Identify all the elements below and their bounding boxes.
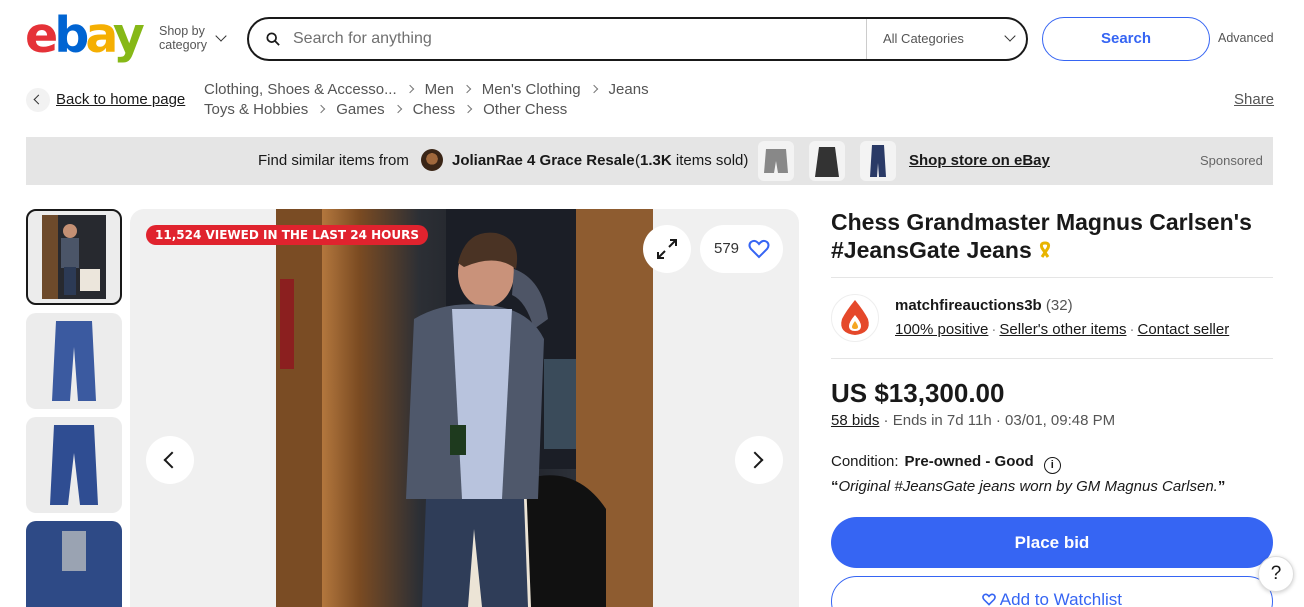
- price: US $13,300.00: [831, 378, 1005, 408]
- expand-icon: [657, 239, 677, 259]
- find-similar-label: Find similar items from: [258, 152, 409, 169]
- gallery-thumbnail[interactable]: [26, 417, 122, 513]
- ebay-logo[interactable]: ebay: [25, 10, 145, 62]
- back-to-home-link[interactable]: Back to home page: [56, 91, 185, 108]
- jeans-back-image: [50, 425, 98, 505]
- bid-info: 58 bids · Ends in 7d 11h · 03/01, 09:48 …: [831, 412, 1116, 429]
- breadcrumb: Clothing, Shoes & Accesso... Men Men's Clo…: [204, 81, 649, 98]
- gallery-thumbnail[interactable]: [26, 313, 122, 409]
- viewed-badge: 11,524 VIEWED IN THE LAST 24 HOURS: [146, 225, 428, 245]
- seller-links: 100% positive · Seller's other items · Conta…: [895, 321, 1230, 338]
- chevron-left-icon: [163, 451, 181, 469]
- chevron-down-icon[interactable]: [215, 30, 227, 42]
- item-quote: “Original #JeansGate jeans worn by GM Ma…: [831, 478, 1226, 495]
- magnus-carlsen-photo: [276, 209, 653, 607]
- chevron-right-icon: [316, 104, 326, 114]
- breadcrumb-item[interactable]: Men's Clothing: [482, 81, 581, 98]
- watch-count: 579: [714, 240, 740, 257]
- fire-logo-icon: [841, 300, 869, 335]
- ends-in: Ends in 7d 11h: [892, 412, 992, 429]
- breadcrumb-item[interactable]: Games: [336, 101, 384, 118]
- store-avatar[interactable]: [421, 149, 443, 171]
- chevron-right-icon: [589, 84, 598, 94]
- condition: Condition: Pre-owned - Good i: [831, 453, 1061, 474]
- shop-store-link[interactable]: Shop store on eBay: [909, 152, 1050, 169]
- expand-button[interactable]: [643, 225, 691, 273]
- breadcrumb-item[interactable]: Other Chess: [483, 101, 567, 118]
- share-link[interactable]: Share: [1234, 91, 1274, 108]
- search-bar: All Categories: [247, 17, 1028, 61]
- breadcrumb-item[interactable]: Jeans: [609, 81, 649, 98]
- gallery-thumbnail[interactable]: [26, 209, 122, 305]
- photo-thumbnail-image: [42, 215, 106, 299]
- seller-other-items-link[interactable]: Seller's other items: [999, 321, 1126, 338]
- jeans-image: [52, 321, 96, 401]
- shop-by-category[interactable]: Shop by category: [159, 24, 207, 52]
- place-bid-button[interactable]: Place bid: [831, 517, 1273, 568]
- search-icon: [266, 32, 280, 46]
- positive-feedback-link[interactable]: 100% positive: [895, 321, 988, 338]
- help-button[interactable]: ?: [1258, 556, 1294, 592]
- divider: [831, 358, 1273, 359]
- breadcrumb: Toys & Hobbies Games Chess Other Chess: [204, 101, 567, 118]
- overalls-image: [870, 145, 886, 177]
- chevron-right-icon: [463, 104, 473, 114]
- add-to-watchlist-button[interactable]: Add to Watchlist: [831, 576, 1273, 607]
- jacket-image: [815, 147, 839, 177]
- chevron-right-icon: [405, 84, 414, 94]
- jeans-detail-image: [26, 521, 122, 607]
- watch-button[interactable]: 579: [700, 225, 783, 273]
- seller-name[interactable]: matchfireauctions3b (32): [895, 297, 1073, 314]
- gallery-thumbnail[interactable]: [26, 521, 122, 607]
- heart-icon: [748, 239, 770, 259]
- info-icon[interactable]: i: [1043, 457, 1061, 474]
- category-select[interactable]: All Categories: [883, 31, 964, 46]
- breadcrumb-item[interactable]: Men: [425, 81, 454, 98]
- divider: [866, 19, 867, 59]
- divider: [831, 277, 1273, 278]
- main-photo: [276, 209, 653, 607]
- seller-avatar[interactable]: [831, 294, 879, 342]
- contact-seller-link[interactable]: Contact seller: [1137, 321, 1229, 338]
- advanced-search-link[interactable]: Advanced: [1218, 31, 1274, 45]
- chevron-right-icon: [462, 84, 472, 94]
- heart-icon: [982, 593, 996, 606]
- chevron-right-icon: [393, 104, 402, 114]
- chevron-right-icon: [746, 451, 764, 469]
- items-sold: (1.3K items sold): [635, 152, 749, 169]
- search-button[interactable]: Search: [1042, 17, 1210, 61]
- chevron-down-icon[interactable]: [1004, 30, 1016, 42]
- breadcrumb-item[interactable]: Chess: [413, 101, 456, 118]
- search-input[interactable]: [293, 27, 853, 51]
- breadcrumb-item[interactable]: Toys & Hobbies: [204, 101, 308, 118]
- condition-value: Pre-owned - Good: [904, 453, 1034, 470]
- store-item-thumbnail[interactable]: [809, 141, 845, 181]
- main-image-area[interactable]: [130, 209, 799, 607]
- listing-title: Chess Grandmaster Magnus Carlsen's #Jean…: [831, 209, 1252, 263]
- header: ebay Shop by category All Categories Sea…: [0, 0, 1304, 78]
- next-image-button[interactable]: [735, 436, 783, 484]
- breadcrumb-item[interactable]: Clothing, Shoes & Accesso...: [204, 81, 397, 98]
- sponsored-banner: Find similar items from JolianRae 4 Grac…: [26, 137, 1273, 185]
- store-name[interactable]: JolianRae 4 Grace Resale: [452, 152, 635, 169]
- sponsored-label: Sponsored: [1200, 153, 1263, 168]
- store-item-thumbnail[interactable]: [758, 141, 794, 181]
- previous-image-button[interactable]: [146, 436, 194, 484]
- shorts-image: [764, 149, 788, 173]
- awareness-ribbon-icon: [1040, 241, 1051, 258]
- store-item-thumbnail[interactable]: [860, 141, 896, 181]
- end-date: 03/01, 09:48 PM: [1005, 412, 1116, 429]
- bids-link[interactable]: 58 bids: [831, 412, 879, 429]
